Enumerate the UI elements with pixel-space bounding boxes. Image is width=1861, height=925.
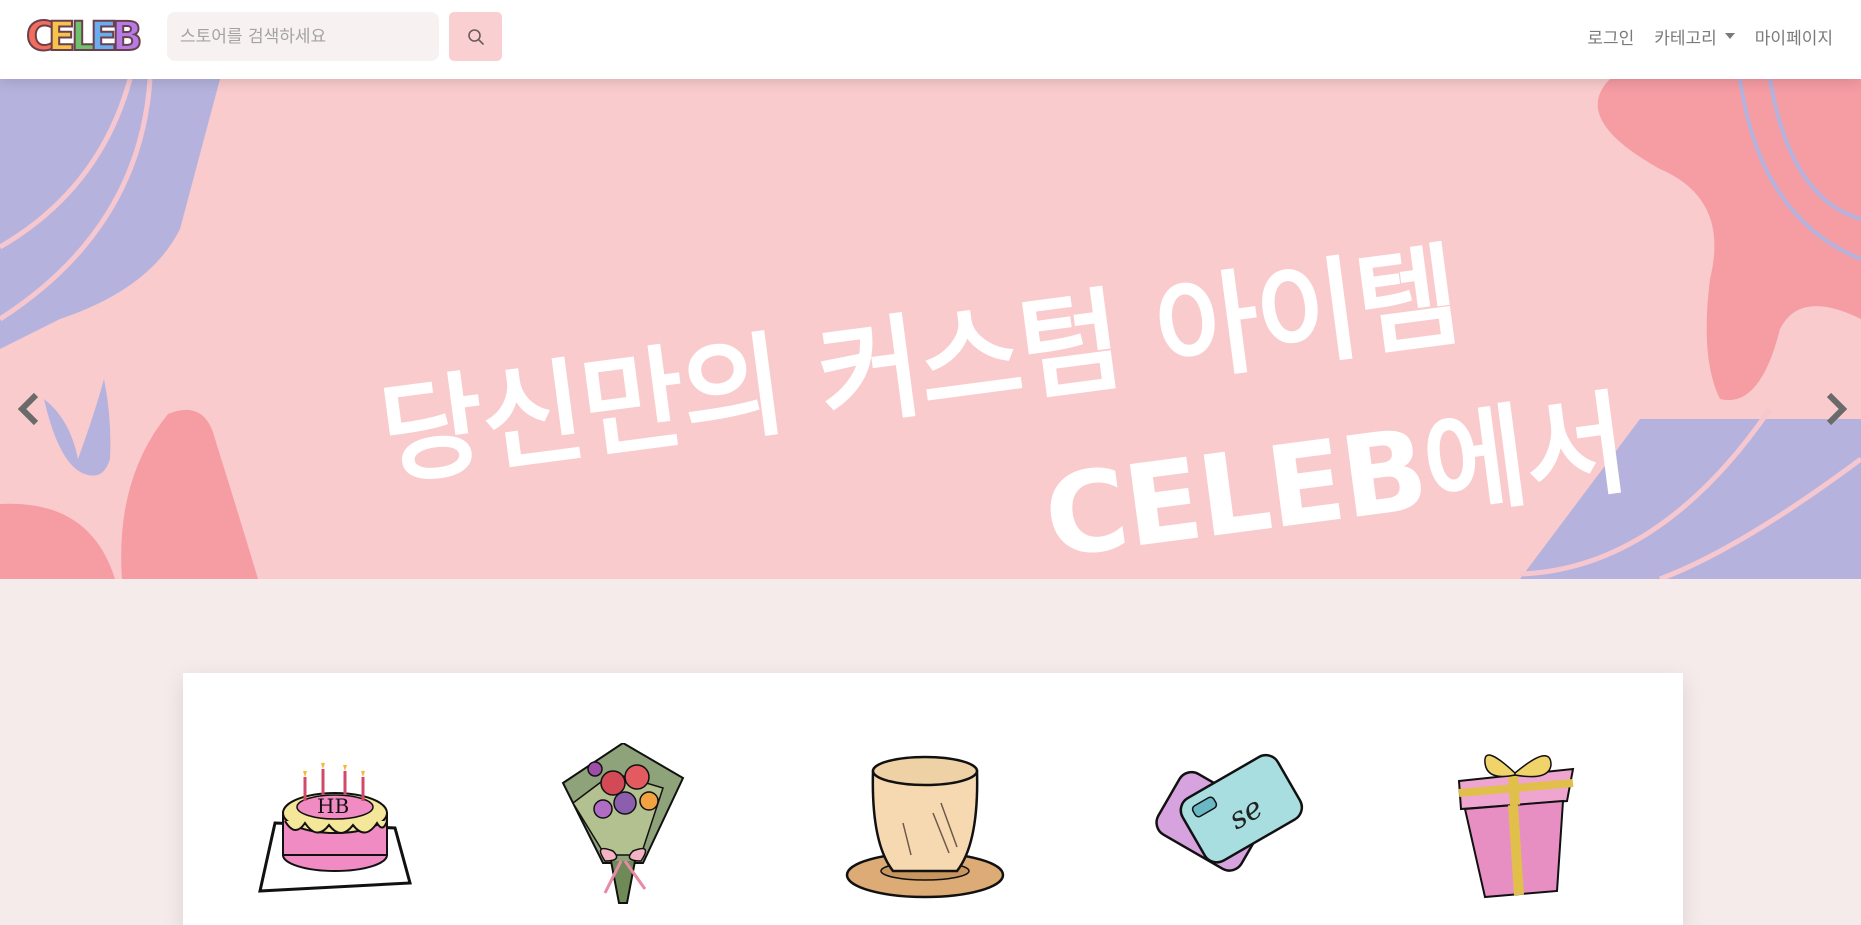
category-gift[interactable]	[1423, 743, 1603, 913]
gift-box-icon	[1457, 754, 1575, 899]
hero-banner: 당신만의 커스텀 아이템 CELEB에서	[0, 79, 1861, 579]
login-link[interactable]: 로그인	[1577, 24, 1644, 49]
carousel-prev-button[interactable]	[8, 379, 48, 439]
nav-links: 로그인 카테고리 마이페이지	[1577, 0, 1843, 72]
chevron-left-icon	[17, 392, 39, 426]
cup-icon	[845, 755, 1005, 899]
category-dropdown[interactable]: 카테고리	[1644, 24, 1745, 49]
chevron-right-icon	[1826, 392, 1848, 426]
category-cake[interactable]: HB	[245, 743, 425, 913]
category-phone-case[interactable]: Ca se	[1128, 743, 1308, 913]
search-button[interactable]	[449, 12, 502, 61]
svg-text:HB: HB	[317, 794, 349, 818]
phone-case-icon: Ca se	[1155, 753, 1304, 872]
caret-down-icon	[1724, 33, 1735, 39]
celeb-logo[interactable]: C E L E B	[25, 13, 143, 61]
carousel-next-button[interactable]	[1817, 379, 1857, 439]
category-card: HB se	[183, 673, 1683, 925]
search-input[interactable]	[167, 12, 439, 61]
bouquet-icon	[561, 741, 685, 904]
search-icon	[467, 28, 484, 45]
top-navbar: C E L E B 로그인 카테고리 마이페이지	[0, 0, 1861, 79]
mypage-link[interactable]: 마이페이지	[1745, 24, 1843, 49]
category-bouquet[interactable]	[533, 741, 713, 913]
category-cup[interactable]	[833, 743, 1013, 913]
category-dropdown-label: 카테고리	[1654, 28, 1717, 49]
logo-letter-b: B	[111, 13, 143, 61]
cake-icon: HB	[258, 763, 412, 893]
search-box	[167, 12, 439, 61]
